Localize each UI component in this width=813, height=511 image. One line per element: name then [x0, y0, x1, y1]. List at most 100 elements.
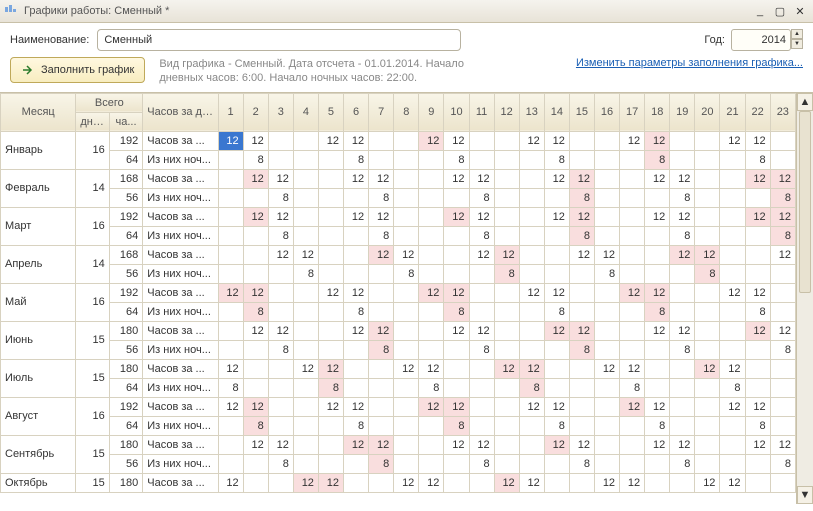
data-cell[interactable]: [645, 454, 670, 473]
data-cell[interactable]: 12: [620, 359, 645, 378]
data-cell[interactable]: [544, 188, 569, 207]
data-cell[interactable]: 12: [318, 473, 343, 492]
data-cell[interactable]: [670, 378, 695, 397]
hours-cell[interactable]: 64: [109, 378, 142, 397]
data-cell[interactable]: [745, 454, 770, 473]
data-cell[interactable]: 12: [318, 131, 343, 150]
data-cell[interactable]: [494, 397, 519, 416]
data-cell[interactable]: 12: [444, 283, 469, 302]
data-cell[interactable]: [394, 435, 419, 454]
data-cell[interactable]: 12: [670, 207, 695, 226]
data-cell[interactable]: 8: [770, 340, 795, 359]
data-cell[interactable]: 12: [293, 473, 318, 492]
data-cell[interactable]: [519, 321, 544, 340]
hours-cell[interactable]: 192: [109, 207, 142, 226]
hours-cell[interactable]: 180: [109, 473, 142, 492]
data-cell[interactable]: [695, 378, 720, 397]
data-cell[interactable]: [645, 188, 670, 207]
data-cell[interactable]: [770, 264, 795, 283]
data-cell[interactable]: [569, 150, 594, 169]
data-cell[interactable]: [293, 340, 318, 359]
data-cell[interactable]: 12: [770, 435, 795, 454]
data-cell[interactable]: [620, 188, 645, 207]
data-cell[interactable]: 8: [494, 264, 519, 283]
data-cell[interactable]: 12: [243, 321, 268, 340]
data-cell[interactable]: 12: [745, 131, 770, 150]
data-cell[interactable]: [770, 283, 795, 302]
row-label[interactable]: Из них ноч...: [143, 454, 218, 473]
data-cell[interactable]: [293, 283, 318, 302]
data-cell[interactable]: 12: [770, 321, 795, 340]
data-cell[interactable]: [569, 416, 594, 435]
col-day-7[interactable]: 7: [369, 93, 394, 131]
col-day-15[interactable]: 15: [569, 93, 594, 131]
data-cell[interactable]: [444, 264, 469, 283]
data-cell[interactable]: [494, 321, 519, 340]
data-cell[interactable]: [594, 340, 619, 359]
data-cell[interactable]: 12: [243, 207, 268, 226]
data-cell[interactable]: 8: [670, 454, 695, 473]
data-cell[interactable]: 12: [344, 283, 369, 302]
data-cell[interactable]: 12: [544, 169, 569, 188]
data-cell[interactable]: 12: [645, 321, 670, 340]
data-cell[interactable]: [569, 264, 594, 283]
data-cell[interactable]: [318, 302, 343, 321]
data-cell[interactable]: [670, 283, 695, 302]
col-day-5[interactable]: 5: [318, 93, 343, 131]
col-day-6[interactable]: 6: [344, 93, 369, 131]
data-cell[interactable]: [695, 397, 720, 416]
data-cell[interactable]: [394, 226, 419, 245]
data-cell[interactable]: [494, 435, 519, 454]
data-cell[interactable]: 12: [469, 207, 494, 226]
hours-cell[interactable]: 180: [109, 435, 142, 454]
data-cell[interactable]: [745, 264, 770, 283]
data-cell[interactable]: [243, 245, 268, 264]
data-cell[interactable]: 12: [620, 473, 645, 492]
data-cell[interactable]: [670, 150, 695, 169]
data-cell[interactable]: [243, 359, 268, 378]
data-cell[interactable]: [318, 340, 343, 359]
data-cell[interactable]: 12: [594, 245, 619, 264]
data-cell[interactable]: [268, 359, 293, 378]
data-cell[interactable]: [243, 473, 268, 492]
data-cell[interactable]: [218, 416, 243, 435]
data-cell[interactable]: [745, 245, 770, 264]
data-cell[interactable]: [243, 454, 268, 473]
data-cell[interactable]: [519, 435, 544, 454]
data-cell[interactable]: 8: [544, 150, 569, 169]
col-day-13[interactable]: 13: [519, 93, 544, 131]
data-cell[interactable]: 12: [469, 245, 494, 264]
data-cell[interactable]: [344, 226, 369, 245]
scroll-down-icon[interactable]: ▼: [797, 486, 813, 504]
data-cell[interactable]: [544, 473, 569, 492]
data-cell[interactable]: [745, 226, 770, 245]
data-cell[interactable]: [218, 226, 243, 245]
row-label[interactable]: Часов за ...: [143, 359, 218, 378]
row-label[interactable]: Из них ноч...: [143, 226, 218, 245]
data-cell[interactable]: 12: [745, 283, 770, 302]
data-cell[interactable]: 12: [770, 207, 795, 226]
data-cell[interactable]: [394, 321, 419, 340]
data-cell[interactable]: [494, 302, 519, 321]
data-cell[interactable]: [293, 226, 318, 245]
data-cell[interactable]: 12: [594, 359, 619, 378]
data-cell[interactable]: 8: [394, 264, 419, 283]
month-cell[interactable]: Январь: [1, 131, 76, 169]
data-cell[interactable]: [695, 340, 720, 359]
data-cell[interactable]: [318, 435, 343, 454]
data-cell[interactable]: [369, 150, 394, 169]
data-cell[interactable]: [419, 169, 444, 188]
data-cell[interactable]: [620, 207, 645, 226]
data-cell[interactable]: [394, 416, 419, 435]
data-cell[interactable]: [745, 359, 770, 378]
data-cell[interactable]: 12: [569, 207, 594, 226]
data-cell[interactable]: 8: [645, 302, 670, 321]
data-cell[interactable]: [293, 150, 318, 169]
data-cell[interactable]: [444, 245, 469, 264]
data-cell[interactable]: [645, 378, 670, 397]
data-cell[interactable]: 8: [369, 226, 394, 245]
data-cell[interactable]: 8: [519, 378, 544, 397]
row-label[interactable]: Из них ноч...: [143, 378, 218, 397]
data-cell[interactable]: 8: [243, 150, 268, 169]
data-cell[interactable]: [645, 245, 670, 264]
